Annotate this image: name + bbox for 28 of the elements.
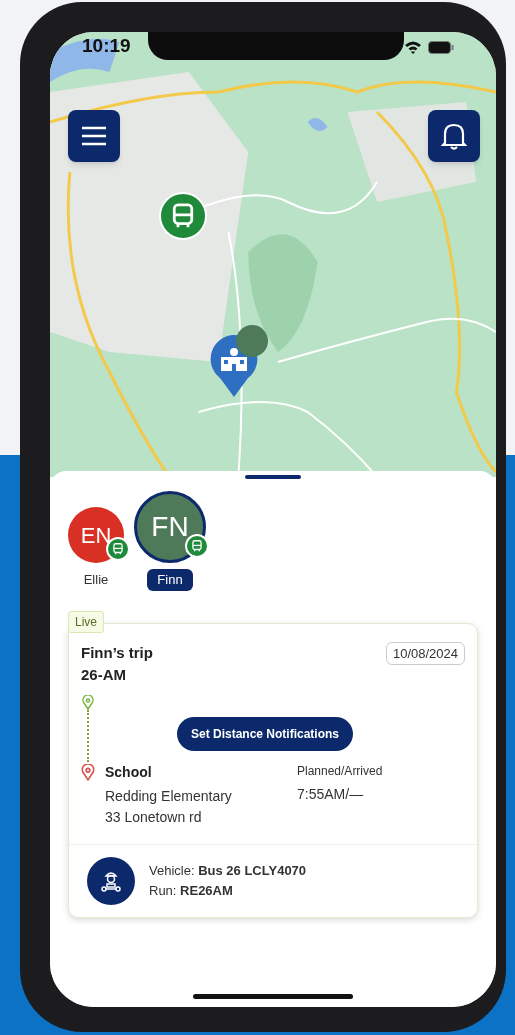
stop-name: School: [105, 762, 153, 782]
student-avatar[interactable]: FN: [134, 491, 206, 563]
notifications-button[interactable]: [428, 110, 480, 162]
wifi-icon: [404, 40, 422, 54]
drag-handle[interactable]: [245, 475, 301, 479]
trip-title: Finn’s trip: [81, 642, 153, 663]
route-line: [87, 709, 89, 762]
planned-arrived-times: 7:55AM/—: [297, 784, 365, 804]
battery-icon: [428, 41, 454, 54]
bus-icon: [190, 539, 204, 553]
live-badge: Live: [68, 610, 104, 633]
student-name[interactable]: Finn: [147, 569, 193, 591]
menu-button[interactable]: [68, 110, 120, 162]
origin-pin-icon: [82, 694, 94, 710]
route-name: 26-AM: [81, 665, 127, 685]
stop-place: Redding Elementary: [105, 786, 233, 806]
run-info: Run: RE26AM: [149, 881, 234, 900]
student-name[interactable]: Ellie: [73, 569, 119, 591]
bell-icon: [441, 122, 467, 150]
vehicle-info: Vehicle: Bus 26 LCLY4070: [149, 862, 307, 880]
menu-icon: [81, 126, 107, 146]
destination-pin-icon: [81, 763, 95, 781]
times-label: Planned/Arrived: [297, 762, 383, 780]
trip-date: 10/08/2024: [385, 641, 465, 665]
bus-icon: [111, 542, 125, 556]
distance-notifications-button[interactable]: Set Distance Notifications: [177, 716, 354, 751]
status-time: 10:19: [82, 34, 131, 58]
stop-address: 33 Lonetown rd: [105, 807, 203, 827]
